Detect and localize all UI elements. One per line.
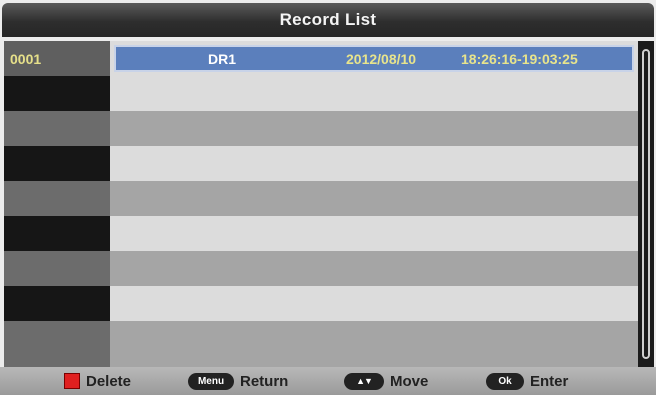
key-hint-bar: Delete Menu Return ▲▼ Move Ok Enter bbox=[0, 367, 656, 395]
record-number-cell[interactable] bbox=[4, 111, 110, 146]
red-key-icon bbox=[64, 373, 80, 389]
selection-highlight[interactable]: DR1 2012/08/10 18:26:16-19:03:25 bbox=[114, 45, 634, 72]
delete-hint[interactable]: Delete bbox=[64, 371, 131, 391]
move-label: Move bbox=[390, 372, 429, 390]
record-name: DR1 bbox=[208, 50, 237, 67]
record-row[interactable] bbox=[110, 251, 638, 286]
record-row-selected[interactable]: DR1 2012/08/10 18:26:16-19:03:25 bbox=[110, 41, 638, 76]
record-row[interactable] bbox=[110, 216, 638, 251]
delete-label: Delete bbox=[86, 372, 132, 390]
record-number-cell[interactable]: 0001 bbox=[4, 41, 110, 76]
menu-key-icon: Menu bbox=[188, 372, 234, 390]
record-list-screen: Record List 0001 DR1 2012/08/10 18:26:16… bbox=[0, 0, 656, 395]
record-date: 2012/08/10 bbox=[346, 50, 417, 67]
record-number-cell[interactable] bbox=[4, 181, 110, 216]
record-number-column: 0001 bbox=[4, 41, 110, 367]
record-row[interactable] bbox=[110, 76, 638, 111]
record-row[interactable] bbox=[110, 146, 638, 181]
record-row[interactable] bbox=[110, 181, 638, 216]
page-title: Record List bbox=[279, 10, 377, 29]
enter-hint[interactable]: Ok Enter bbox=[486, 371, 568, 391]
record-row[interactable] bbox=[110, 286, 638, 321]
title-bar: Record List bbox=[2, 3, 654, 37]
up-down-key-icon: ▲▼ bbox=[344, 372, 384, 390]
record-list-panel: 0001 DR1 2012/08/10 18:26:16-19:03:25 bbox=[4, 41, 654, 367]
record-number-cell[interactable] bbox=[4, 76, 110, 111]
return-label: Return bbox=[240, 372, 289, 390]
record-number: 0001 bbox=[10, 50, 42, 67]
record-row[interactable] bbox=[110, 321, 638, 367]
record-row[interactable] bbox=[110, 111, 638, 146]
return-hint[interactable]: Menu Return bbox=[188, 371, 288, 391]
record-time: 18:26:16-19:03:25 bbox=[461, 50, 578, 67]
move-hint[interactable]: ▲▼ Move bbox=[344, 371, 428, 391]
record-number-cell[interactable] bbox=[4, 216, 110, 251]
enter-label: Enter bbox=[530, 372, 569, 390]
record-number-cell[interactable] bbox=[4, 251, 110, 286]
record-number-cell[interactable] bbox=[4, 286, 110, 321]
scrollbar-track[interactable] bbox=[638, 41, 654, 367]
record-number-cell[interactable] bbox=[4, 321, 110, 367]
record-number-cell[interactable] bbox=[4, 146, 110, 181]
ok-key-icon: Ok bbox=[486, 372, 524, 390]
record-rows: DR1 2012/08/10 18:26:16-19:03:25 bbox=[110, 41, 638, 367]
scrollbar-thumb[interactable] bbox=[642, 49, 650, 359]
